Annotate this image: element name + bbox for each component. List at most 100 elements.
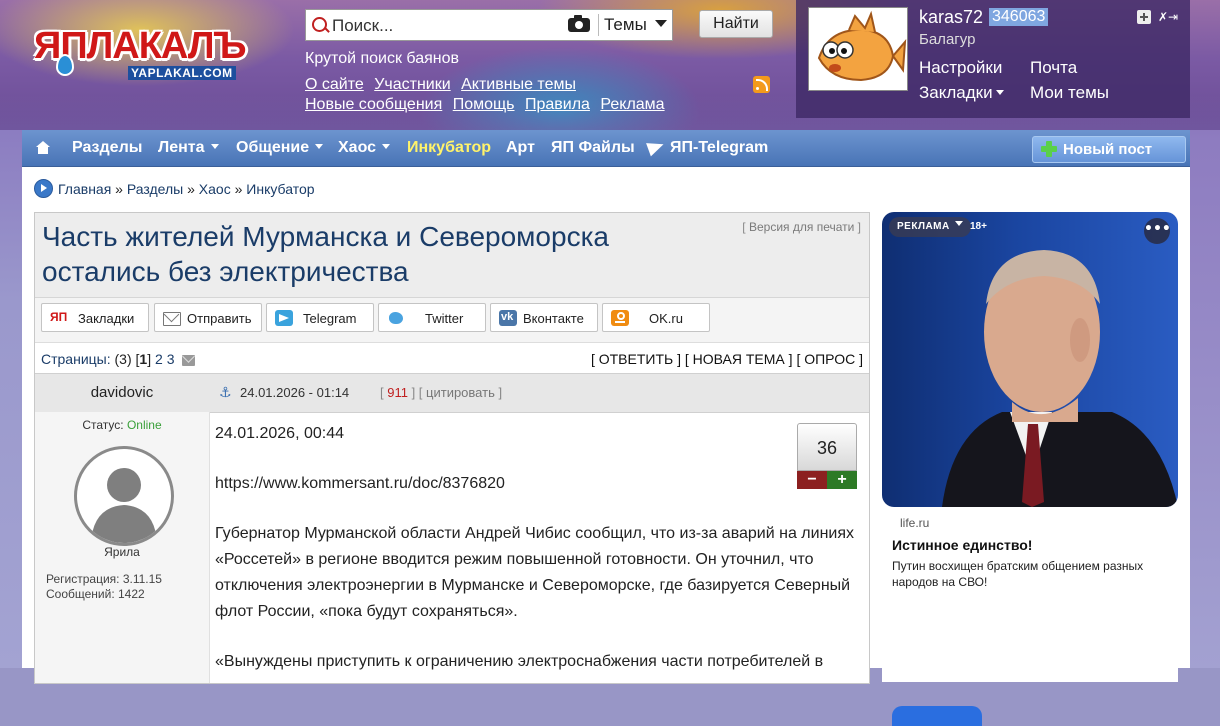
nav-art[interactable]: Арт <box>506 130 535 166</box>
topic-title: Часть жителей Мурманска и Североморска о… <box>42 221 609 287</box>
post-meta: [ 911 ] [ цитировать ] <box>380 385 503 400</box>
page-current: 1 <box>139 351 148 367</box>
breadcrumb-home[interactable]: Главная <box>58 181 111 197</box>
share-send-button[interactable]: Отправить <box>154 303 262 332</box>
vk-icon <box>499 303 517 332</box>
new-topic-button[interactable]: НОВАЯ ТЕМА <box>693 351 785 367</box>
share-ok-button[interactable]: OK.ru <box>602 303 710 332</box>
print-version-link[interactable]: Версия для печати <box>749 220 854 234</box>
ad-cta-button[interactable] <box>892 706 982 726</box>
tagline: Крутой поиск баянов <box>305 50 460 67</box>
poll-button[interactable]: ОПРОС <box>804 351 855 367</box>
source-link[interactable]: https://www.kommersant.ru/doc/8376820 <box>215 475 505 492</box>
nav-feed[interactable]: Лента <box>158 130 219 166</box>
user-rank: Балагур <box>919 31 976 48</box>
page-link-2[interactable]: 2 <box>155 351 163 367</box>
nav-telegram[interactable]: ЯП-Telegram <box>646 130 768 166</box>
share-vk-button[interactable]: Вконтакте <box>490 303 598 332</box>
link-new-messages[interactable]: Новые сообщения <box>305 96 442 113</box>
chevron-down-icon <box>315 144 324 149</box>
nav-files[interactable]: ЯП Файлы <box>551 130 635 166</box>
author-stats: Регистрация: 3.11.15 Сообщений: 1422 <box>46 572 162 601</box>
topic-container: Часть жителей Мурманска и Североморска о… <box>34 212 870 684</box>
author-link[interactable]: davidovic <box>91 384 154 401</box>
breadcrumb-sections[interactable]: Разделы <box>127 181 183 197</box>
rate-plus-button[interactable]: + <box>827 471 857 489</box>
breadcrumb-incubator[interactable]: Инкубатор <box>246 181 314 197</box>
chevron-down-icon <box>995 90 1004 95</box>
post-author: davidovic <box>35 374 209 412</box>
my-topics-link[interactable]: Мои темы <box>1030 82 1109 104</box>
share-twitter-button[interactable]: Twitter <box>378 303 486 332</box>
new-post-button[interactable]: Новый пост <box>1032 136 1186 163</box>
chevron-down-icon <box>210 144 219 149</box>
link-about[interactable]: О сайте <box>305 76 364 93</box>
settings-link[interactable]: Настройки <box>919 57 1002 79</box>
logo-drop-icon <box>56 54 74 76</box>
ad-title[interactable]: Истинное единство! <box>892 536 1032 554</box>
ok-icon <box>611 310 629 326</box>
quote-link[interactable]: цитировать <box>426 385 495 400</box>
play-circle-icon <box>34 179 53 198</box>
ad-source[interactable]: life.ru <box>900 515 929 531</box>
ad-text[interactable]: Путин восхищен братским общением разных … <box>892 558 1168 590</box>
breadcrumb-chaos[interactable]: Хаос <box>199 181 231 197</box>
link-rules[interactable]: Правила <box>525 96 590 113</box>
nav-incubator[interactable]: Инкубатор <box>407 130 491 166</box>
ad-badge[interactable]: РЕКЛАМА <box>889 217 972 237</box>
link-active-topics[interactable]: Активные темы <box>461 76 576 93</box>
subscribe-mail-icon[interactable] <box>182 355 196 366</box>
site-header: ЯПЛАКАЛЪ YAPLAKAL.COM Темы Найти Крутой … <box>0 0 1220 130</box>
reply-button[interactable]: ОТВЕТИТЬ <box>599 351 673 367</box>
find-button[interactable]: Найти <box>699 10 773 38</box>
post-number-link[interactable]: 911 <box>387 385 408 400</box>
nav-sections[interactable]: Разделы <box>72 130 142 166</box>
yap-icon <box>50 303 68 332</box>
ad-block[interactable]: РЕКЛАМА 18+ ••• life.ru Истинное единств… <box>882 212 1178 726</box>
author-avatar[interactable] <box>74 446 174 546</box>
mail-link[interactable]: Почта <box>1030 57 1077 79</box>
camera-icon[interactable] <box>568 15 590 32</box>
author-rank: Ярила <box>104 545 140 559</box>
share-bookmarks-button[interactable]: Закладки <box>41 303 149 332</box>
username[interactable]: karas72 <box>919 6 983 28</box>
link-members[interactable]: Участники <box>374 76 450 93</box>
share-telegram-button[interactable]: Telegram <box>266 303 374 332</box>
more-options-icon[interactable]: ••• <box>1144 218 1171 244</box>
plus-box-icon[interactable] <box>1137 10 1151 24</box>
share-toolbar: Закладки Отправить Telegram Twitter Вкон… <box>35 298 869 343</box>
telegram-icon <box>646 137 666 157</box>
user-silhouette-icon <box>91 468 157 543</box>
twitter-icon <box>387 310 405 326</box>
link-ads[interactable]: Реклама <box>600 96 664 113</box>
post-header: davidovic ⚓ 24.01.2026 - 01:14 [ 911 ] [… <box>35 373 869 413</box>
print-version: [ Версия для печати ] <box>742 220 861 234</box>
ad-image[interactable]: РЕКЛАМА 18+ ••• <box>882 212 1178 507</box>
pagination-row: Страницы: (3) [1] 2 3 [ ОТВЕТИТЬ ] [ НОВ… <box>35 343 869 373</box>
portrait-image <box>942 250 1178 507</box>
link-help[interactable]: Помощь <box>453 96 515 113</box>
post-date-line: 24.01.2026, 00:44 <box>215 425 345 442</box>
post-rating: 36 − + <box>797 423 857 489</box>
nav-communication[interactable]: Общение <box>236 130 324 166</box>
chevron-down-icon <box>382 144 391 149</box>
anchor-icon[interactable]: ⚓ <box>219 386 232 400</box>
header-links: О сайте Участники Активные темы Новые со… <box>305 75 725 115</box>
search-scope-select[interactable]: Темы <box>604 14 667 36</box>
search-box: Темы <box>305 9 673 41</box>
exit-icon[interactable]: ✗⇥ <box>1158 10 1178 24</box>
user-avatar[interactable] <box>808 7 908 91</box>
pages-label[interactable]: Страницы: <box>41 351 111 367</box>
search-input[interactable] <box>330 14 564 38</box>
nav-chaos[interactable]: Хаос <box>338 130 391 166</box>
rating-value: 36 <box>797 423 857 471</box>
ad-age-rating: 18+ <box>970 221 987 232</box>
main-navbar: Разделы Лента Общение Хаос Инкубатор Арт… <box>22 130 1190 167</box>
rss-icon[interactable] <box>753 76 770 93</box>
site-logo[interactable]: ЯПЛАКАЛЪ YAPLAKAL.COM <box>34 24 280 88</box>
rate-minus-button[interactable]: − <box>797 471 827 489</box>
home-icon[interactable] <box>36 141 50 155</box>
page-link-3[interactable]: 3 <box>167 351 175 367</box>
post-paragraph: Губернатор Мурманской области Андрей Чиб… <box>215 525 855 620</box>
bookmarks-menu[interactable]: Закладки <box>919 82 1004 104</box>
